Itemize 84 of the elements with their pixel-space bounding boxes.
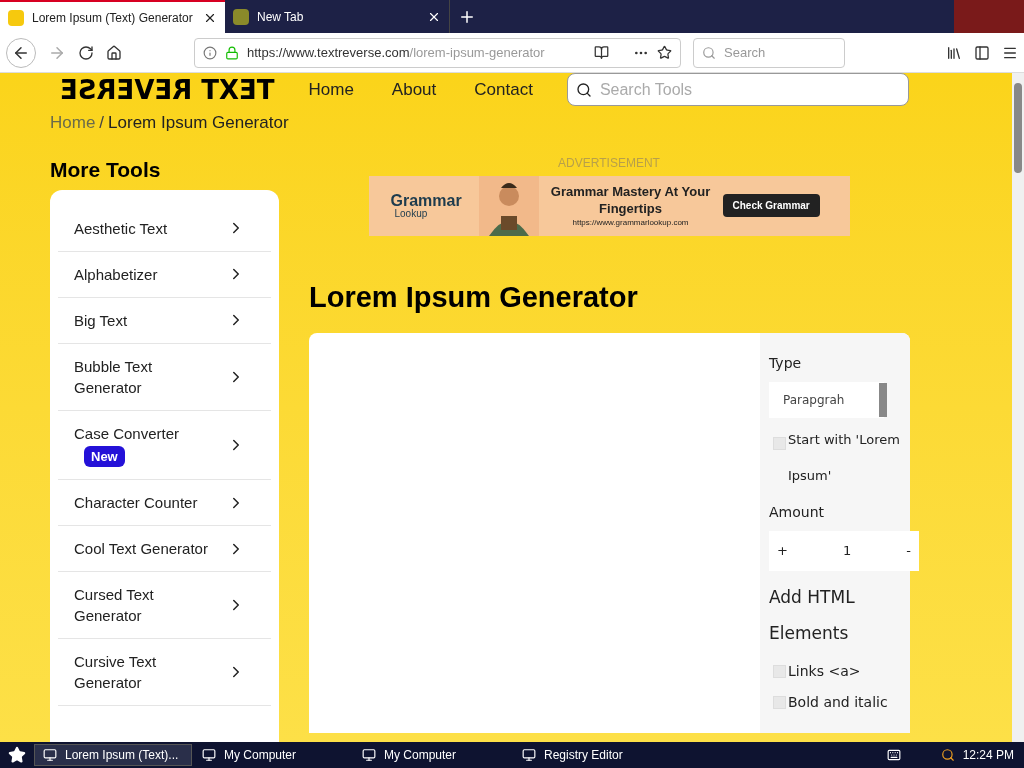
sidebar-item-label: Big Text	[74, 310, 129, 331]
taskbar-item-label: Lorem Ipsum (Text)...	[65, 747, 179, 764]
lock-icon	[225, 45, 239, 60]
ad-label: ADVERTISEMENT	[558, 154, 660, 172]
taskbar-item[interactable]: My Computer	[354, 744, 512, 766]
ad-url: https://www.grammarlookup.com	[572, 216, 689, 229]
site-logo[interactable]: TEXT REVERSE	[60, 73, 275, 106]
sidebar-item-label: Cursed Text Generator	[74, 585, 155, 626]
sidebar-item-label: Character Counter	[74, 493, 199, 513]
sidebar-item-label: Cursive Text Generator	[74, 652, 158, 693]
sidebar-item-label: Bubble Text Generator	[74, 356, 154, 398]
breadcrumb-separator: /	[99, 112, 105, 134]
tab-favicon-icon	[8, 9, 24, 26]
html-elements-title: Add HTML Elements	[769, 586, 856, 645]
info-icon[interactable]	[203, 45, 217, 60]
ad-banner[interactable]: Grammar Lookup Grammar Mastery At Your Fingertips https://www.grammarlookup.com Check Grammar	[368, 175, 850, 236]
address-bar[interactable]: https://www.textreverse.com/lorem-ipsum-generator	[194, 37, 681, 68]
checkbox[interactable]	[773, 665, 786, 678]
ad-brand: Grammar	[390, 192, 463, 209]
start-with-label: Start with 'Lorem Ipsum'	[788, 431, 901, 485]
window-icon	[43, 748, 57, 762]
sidebar-item[interactable]: Case Converter New	[58, 410, 271, 480]
taskbar-item[interactable]: Lorem Ipsum (Text)...	[34, 744, 192, 766]
breadcrumb-link[interactable]: Home	[50, 110, 96, 136]
search-icon	[575, 81, 592, 98]
sidebar-title: More Tools	[50, 156, 162, 183]
page-title: Lorem Ipsum Generator	[309, 279, 639, 315]
reader-icon[interactable]	[594, 45, 609, 60]
nav-link[interactable]: Home	[308, 76, 354, 103]
tab-favicon-icon	[233, 8, 249, 25]
clock: 12:24 PM	[962, 747, 1014, 764]
window-icon	[362, 748, 376, 762]
scrollbar-thumb[interactable]	[879, 383, 887, 417]
taskbar-item[interactable]: My Computer	[194, 744, 352, 766]
breadcrumb-current: Lorem Ipsum Generator	[108, 112, 289, 134]
sidebar-item[interactable]: Big Text	[58, 297, 271, 344]
nav-link[interactable]: About	[391, 76, 437, 103]
library-icon[interactable]	[946, 44, 962, 61]
window-icon	[202, 748, 216, 762]
amount-label: Amount	[769, 503, 825, 522]
sidebar-item[interactable]: Aesthetic Text	[58, 205, 271, 252]
type-select[interactable]: Parapgrah	[769, 382, 884, 418]
ad-headline: Grammar Mastery At Your Fingertips	[550, 182, 711, 217]
checkbox[interactable]	[773, 437, 786, 450]
new-badge: New	[84, 445, 125, 467]
ad-brand-sub: Lookup	[394, 208, 429, 219]
html-option-label: Links <a>	[788, 662, 861, 681]
search-icon	[702, 45, 716, 60]
sidebar-icon[interactable]	[974, 44, 990, 61]
tab-title: New Tab	[257, 8, 305, 26]
sidebar-item[interactable]: Cool Text Generator	[58, 526, 271, 572]
reload-icon[interactable]	[78, 44, 94, 61]
sidebar-item[interactable]: Bubble Text Generator	[58, 343, 271, 411]
sidebar-item-label: Case Converter	[74, 423, 181, 444]
sidebar-item-label: Aesthetic Text	[74, 218, 169, 239]
window-icon	[522, 748, 536, 762]
ad-cta-button[interactable]: Check Grammar	[722, 194, 820, 217]
increment-button[interactable]: +	[777, 541, 788, 561]
scrollbar-thumb[interactable]	[1014, 83, 1022, 173]
sidebar-item-label: Cool Text Generator	[74, 539, 209, 559]
taskbar-item-label: My Computer	[224, 747, 297, 764]
home-icon[interactable]	[106, 44, 122, 61]
html-option-label: Bold and italic	[788, 693, 888, 712]
taskbar-item[interactable]: Registry Editor	[514, 744, 672, 766]
star-icon[interactable]	[657, 45, 672, 60]
sidebar-item-label: Alphabetizer	[74, 264, 159, 285]
browser-tab[interactable]: Lorem Ipsum (Text) Generator	[0, 0, 225, 33]
amount-value: 1	[842, 542, 852, 561]
amount-stepper[interactable]: + 1 -	[769, 531, 919, 571]
start-icon[interactable]	[8, 746, 26, 764]
taskbar-item-label: Registry Editor	[544, 747, 623, 764]
tab-title: Lorem Ipsum (Text) Generator	[32, 9, 194, 27]
search-icon[interactable]	[940, 748, 955, 762]
checkbox[interactable]	[773, 696, 786, 709]
taskbar-item-label: My Computer	[384, 747, 457, 764]
nav-link[interactable]: Contact	[474, 76, 533, 103]
sidebar-item[interactable]: Cursive Text Generator	[58, 639, 271, 706]
sidebar-item[interactable]: Alphabetizer	[58, 251, 271, 298]
sidebar-item[interactable]: Cursed Text Generator	[58, 572, 271, 639]
type-label: Type	[769, 354, 803, 373]
decrement-button[interactable]: -	[906, 541, 911, 561]
sidebar-item[interactable]: Character Counter	[58, 480, 271, 526]
url-text: https://www.textreverse.com/lorem-ipsum-generator	[247, 43, 546, 62]
keyboard-icon	[886, 748, 901, 762]
